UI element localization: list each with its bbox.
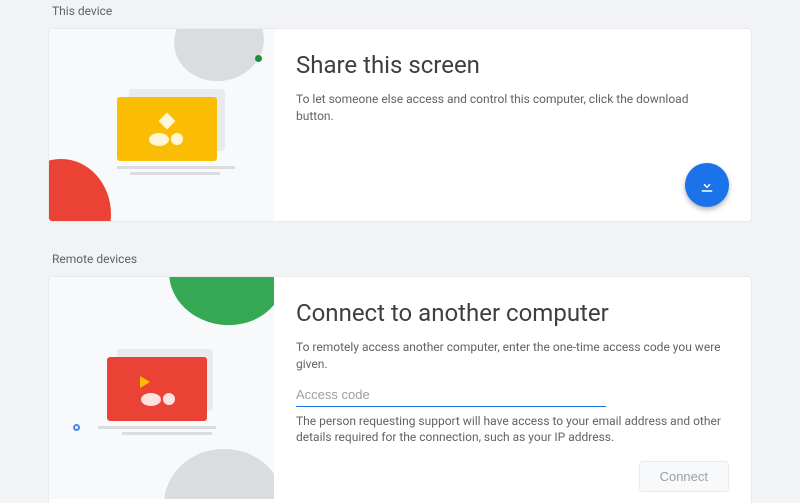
card-share-screen: Share this screen To let someone else ac… — [48, 28, 752, 222]
laptop-red-icon — [107, 357, 227, 435]
decorative-dot-icon — [255, 55, 262, 62]
card-title-share: Share this screen — [296, 51, 721, 79]
download-icon — [698, 176, 716, 194]
fine-print-text: The person requesting support will have … — [296, 413, 721, 447]
illustration-connect — [49, 277, 274, 499]
section-label-this-device: This device — [52, 0, 752, 18]
card-description-share: To let someone else access and control t… — [296, 91, 721, 125]
access-code-input[interactable] — [296, 383, 606, 407]
card-body-connect: Connect to another computer To remotely … — [274, 277, 751, 503]
laptop-yellow-icon — [117, 97, 232, 175]
decorative-blob-icon — [163, 277, 274, 333]
card-body-share: Share this screen To let someone else ac… — [274, 29, 751, 221]
section-label-remote-devices: Remote devices — [52, 248, 752, 266]
decorative-dot-icon — [73, 424, 80, 431]
card-description-connect: To remotely access another computer, ent… — [296, 339, 721, 373]
illustration-share — [49, 29, 274, 221]
download-button[interactable] — [685, 163, 729, 207]
page-root: This device Share this screen To let som… — [0, 0, 800, 503]
decorative-blob-icon — [49, 159, 111, 221]
decorative-blob-icon — [164, 449, 274, 499]
connect-button[interactable]: Connect — [639, 461, 729, 492]
card-connect: Connect to another computer To remotely … — [48, 276, 752, 503]
card-title-connect: Connect to another computer — [296, 299, 721, 327]
